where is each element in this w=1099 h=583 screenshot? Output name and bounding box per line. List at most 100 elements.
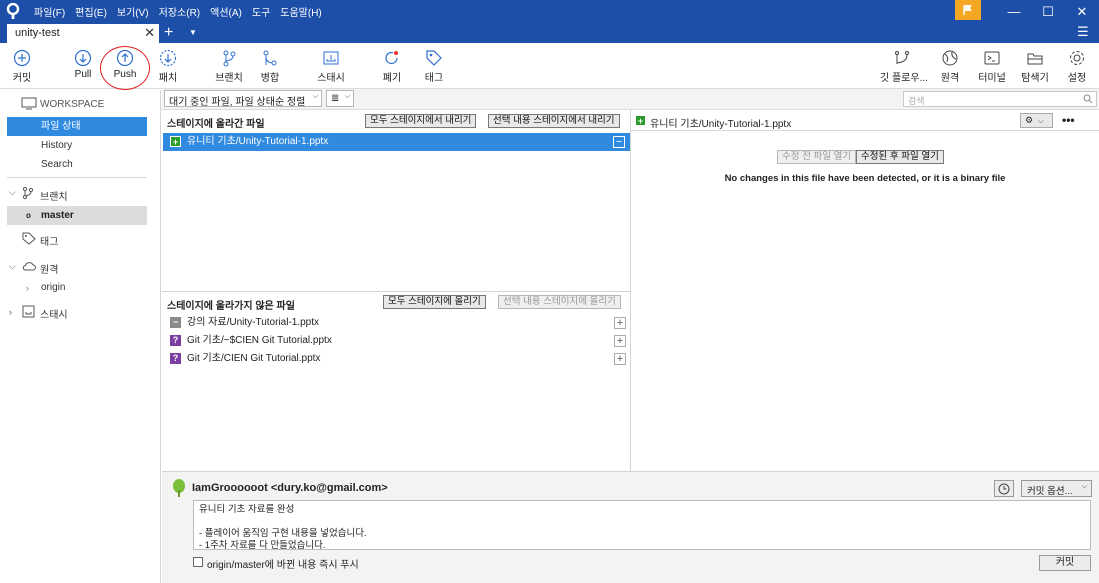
globe-icon bbox=[942, 50, 958, 66]
filter-mode-label: 대기 중인 파일, 파일 상태순 정렬 bbox=[169, 97, 306, 108]
unstage-selected-button[interactable]: 선택 내용 스테이지에서 내리기 bbox=[488, 114, 620, 128]
terminal-button[interactable]: 터미널 bbox=[970, 46, 1014, 86]
menu-repository[interactable]: 저장소(R) bbox=[159, 4, 200, 19]
untracked-status-icon: ? bbox=[170, 335, 181, 346]
unstaged-file-row[interactable]: ? Git 기초/~$CIEN Git Tutorial.pptx + bbox=[163, 332, 630, 350]
gear-icon bbox=[1070, 51, 1084, 65]
tags-heading[interactable]: 태그 bbox=[40, 233, 58, 248]
unstage-all-button[interactable]: 모두 스테이지에서 내리기 bbox=[365, 114, 477, 128]
stage-selected-button[interactable]: 선택 내용 스테이지에 올리기 bbox=[498, 295, 621, 309]
stash-icon bbox=[22, 305, 35, 318]
list-view-icon: ≣ bbox=[331, 93, 340, 104]
branches-chevron-down-icon[interactable]: ⌵ bbox=[9, 187, 16, 198]
remote-label: 원격 bbox=[940, 73, 960, 84]
tag-button[interactable]: 태그 bbox=[412, 46, 456, 86]
no-changes-message: No changes in this file have been detect… bbox=[724, 173, 1006, 184]
tab-dropdown-icon[interactable]: ▼ bbox=[189, 23, 197, 43]
vertical-divider bbox=[630, 291, 631, 471]
flag-button[interactable] bbox=[955, 0, 981, 20]
gitflow-label: 깃 플로우... bbox=[880, 73, 928, 84]
view-mode-dropdown[interactable]: ≣ ⌵ bbox=[326, 90, 354, 107]
menu-view[interactable]: 보기(V) bbox=[117, 4, 149, 19]
stage-file-plus-icon[interactable]: + bbox=[614, 317, 626, 329]
commit-submit-button[interactable]: 커밋 bbox=[1039, 555, 1091, 571]
menu-bar: 파일(F) 편집(E) 보기(V) 저장소(R) 액션(A) 도구 도움말(H) bbox=[34, 0, 332, 23]
gitflow-icon bbox=[895, 51, 909, 64]
remotes-heading[interactable]: 원격 bbox=[40, 261, 58, 276]
terminal-icon bbox=[984, 51, 1000, 65]
more-options-icon[interactable]: ••• bbox=[1062, 113, 1075, 127]
push-immediately-checkbox[interactable] bbox=[193, 557, 203, 567]
file-status-filter-dropdown[interactable]: 대기 중인 파일, 파일 상태순 정렬 ⌵ bbox=[164, 90, 322, 108]
minimize-button[interactable]: — bbox=[997, 0, 1031, 23]
workspace-heading: WORKSPACE bbox=[40, 99, 105, 110]
unstaged-file-name: Git 기초/CIEN Git Tutorial.pptx bbox=[187, 353, 321, 364]
diff-header: + 유니티 기초/Unity-Tutorial-1.pptx ⚙ ⌵ ••• bbox=[631, 110, 1099, 131]
unstaged-file-name: 강의 자료/Unity-Tutorial-1.pptx bbox=[187, 317, 320, 328]
tag-icon bbox=[426, 50, 442, 66]
unstage-file-minus-icon[interactable]: − bbox=[613, 136, 625, 148]
gear-icon: ⚙ bbox=[1025, 115, 1034, 125]
stashes-chevron-right-icon[interactable]: › bbox=[9, 307, 12, 317]
sidebar-item-history[interactable]: History bbox=[7, 136, 147, 155]
search-input[interactable]: 검색 bbox=[903, 91, 1097, 107]
stash-icon bbox=[323, 51, 339, 65]
sidebar-item-search[interactable]: Search bbox=[7, 155, 147, 174]
explorer-button[interactable]: 탐색기 bbox=[1013, 46, 1057, 86]
flag-icon bbox=[963, 5, 972, 15]
chevron-down-icon: ⌵ bbox=[344, 93, 350, 100]
added-status-icon: + bbox=[635, 115, 646, 126]
chevron-down-icon: ⌵ bbox=[1038, 118, 1044, 125]
tag-label: 태그 bbox=[424, 73, 444, 84]
commit-message-field[interactable]: 유니티 기초 자료를 완성 - 플레이어 움직임 구현 내용을 넣었습니다. -… bbox=[193, 500, 1091, 551]
commit-options-dropdown[interactable]: 커밋 옵션... ⌵ bbox=[1021, 480, 1092, 497]
merge-label: 병합 bbox=[260, 73, 280, 84]
merge-button[interactable]: 병합 bbox=[248, 46, 292, 86]
menu-actions[interactable]: 액션(A) bbox=[210, 4, 242, 19]
diff-options-gear-button[interactable]: ⚙ ⌵ bbox=[1020, 113, 1053, 128]
branch-button[interactable]: 브랜치 bbox=[207, 46, 251, 86]
branches-heading[interactable]: 브랜치 bbox=[40, 188, 68, 203]
discard-button[interactable]: 폐기 bbox=[370, 46, 414, 86]
tab-close-icon[interactable]: ✕ bbox=[144, 25, 155, 41]
diff-file-name: 유니티 기초/Unity-Tutorial-1.pptx bbox=[650, 119, 792, 130]
maximize-button[interactable]: ☐ bbox=[1031, 0, 1065, 23]
stage-all-button[interactable]: 모두 스테이지에 올리기 bbox=[383, 295, 486, 309]
stashes-heading[interactable]: 스태시 bbox=[40, 306, 68, 321]
menu-help[interactable]: 도움말(H) bbox=[280, 4, 321, 19]
settings-button[interactable]: 설정 bbox=[1055, 46, 1099, 86]
fetch-icon bbox=[159, 49, 177, 67]
hamburger-menu-icon[interactable]: ☰ bbox=[1077, 24, 1089, 40]
add-tab-button[interactable]: + bbox=[164, 23, 173, 43]
sidebar-item-file-status[interactable]: 파일 상태 bbox=[7, 117, 147, 136]
sourcetree-logo-icon bbox=[6, 3, 20, 19]
commit-author: IamGroooooot <dury.ko@gmail.com> bbox=[192, 482, 388, 494]
commit-button[interactable]: 커밋 bbox=[0, 46, 44, 86]
remote-button[interactable]: 원격 bbox=[928, 46, 972, 86]
fetch-button[interactable]: 패치 bbox=[146, 46, 190, 86]
staged-file-row[interactable]: + 유니티 기초/Unity-Tutorial-1.pptx − bbox=[163, 133, 630, 151]
remotes-chevron-down-icon[interactable]: ⌵ bbox=[9, 261, 16, 272]
open-after-file-button[interactable]: 수정된 후 파일 열기 bbox=[856, 150, 944, 164]
repo-tab[interactable]: unity-test ✕ bbox=[7, 24, 159, 43]
sidebar-item-origin[interactable]: origin bbox=[7, 278, 147, 297]
gitflow-button[interactable]: 깃 플로우... bbox=[880, 46, 928, 86]
pull-button[interactable]: Pull bbox=[61, 46, 105, 86]
stash-label: 스태시 bbox=[317, 73, 345, 84]
menu-file[interactable]: 파일(F) bbox=[34, 4, 65, 19]
unstaged-file-row[interactable]: ? Git 기초/CIEN Git Tutorial.pptx + bbox=[163, 350, 630, 368]
sidebar: WORKSPACE 파일 상태 History Search ⌵ 브랜치 o m… bbox=[0, 90, 161, 583]
sidebar-item-master[interactable]: o master bbox=[7, 206, 147, 225]
history-clock-button[interactable] bbox=[994, 480, 1014, 497]
unstaged-file-row[interactable]: − 강의 자료/Unity-Tutorial-1.pptx + bbox=[163, 314, 630, 332]
discard-icon bbox=[385, 51, 398, 65]
modified-status-icon: − bbox=[170, 317, 181, 328]
search-icon bbox=[1083, 94, 1093, 104]
stage-file-plus-icon[interactable]: + bbox=[614, 353, 626, 365]
close-window-button[interactable]: ✕ bbox=[1065, 0, 1099, 23]
menu-tools[interactable]: 도구 bbox=[252, 4, 270, 19]
stash-button[interactable]: 스태시 bbox=[309, 46, 353, 86]
stage-file-plus-icon[interactable]: + bbox=[614, 335, 626, 347]
menu-edit[interactable]: 편집(E) bbox=[75, 4, 107, 19]
open-before-file-button[interactable]: 수정 전 파일 열기 bbox=[777, 150, 857, 164]
